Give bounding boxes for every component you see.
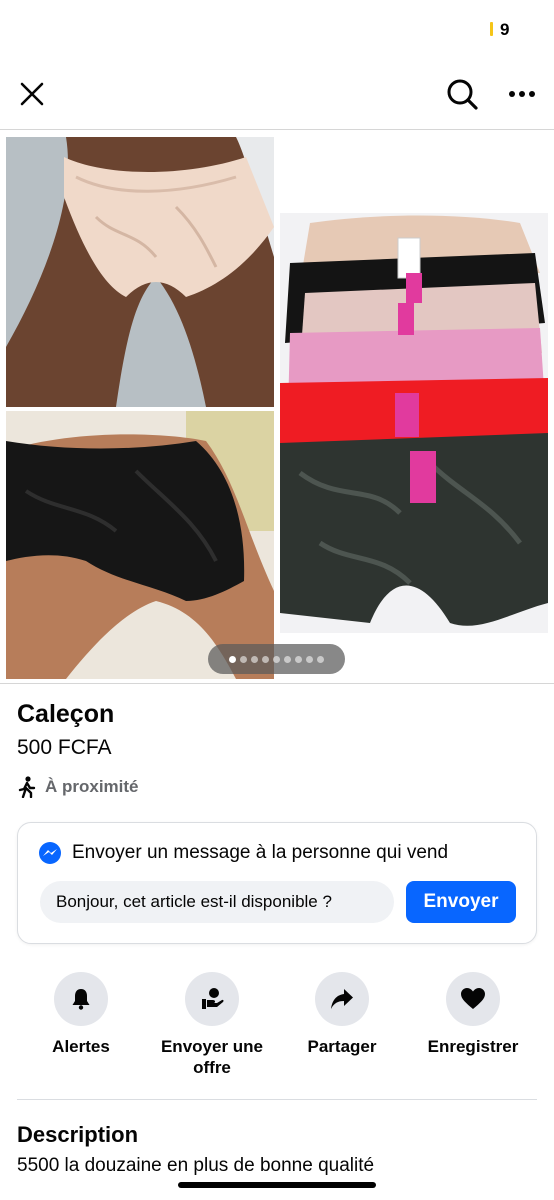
messenger-icon [39, 842, 61, 864]
make-offer-button[interactable]: Envoyer une offre [147, 972, 277, 1078]
battery-level: 9 [500, 20, 510, 39]
offer-icon [202, 988, 224, 1009]
alerts-icon-circle [54, 972, 108, 1026]
description-text: 5500 la douzaine en plus de bonne qualit… [17, 1155, 375, 1176]
save-button[interactable]: Enregistrer [408, 972, 538, 1057]
bell-icon [72, 989, 90, 1010]
message-heading-row: Envoyer un message à la personne qui ven… [38, 841, 448, 865]
save-icon-circle [446, 972, 500, 1026]
message-heading: Envoyer un message à la personne qui ven… [72, 842, 449, 863]
close-icon [20, 82, 44, 106]
make-offer-label: Envoyer une offre [160, 1037, 264, 1077]
gallery-dot[interactable] [262, 655, 269, 663]
gallery-dot-active[interactable] [229, 655, 236, 663]
search-button[interactable] [440, 72, 484, 116]
alerts-label: Alertes [52, 1037, 110, 1056]
listing-price: 500 FCFA [17, 736, 112, 759]
action-row: Alertes Envoyer une offre Partager Enreg… [0, 972, 554, 1082]
top-navigation [0, 58, 554, 130]
home-indicator[interactable] [178, 1182, 376, 1188]
product-photo-beige-lace [6, 137, 274, 407]
message-seller-card: Envoyer un message à la personne qui ven… [17, 822, 537, 944]
walking-person-icon [18, 776, 36, 798]
gallery-dot[interactable] [284, 655, 291, 663]
proximity-info: À proximité [17, 776, 139, 798]
share-label: Partager [307, 1037, 377, 1056]
offer-icon-circle [185, 972, 239, 1026]
battery-indicator [490, 22, 493, 36]
heart-icon [461, 988, 485, 1009]
gallery-dot[interactable] [317, 655, 324, 663]
alerts-button[interactable]: Alertes [16, 972, 146, 1057]
gallery-dot[interactable] [273, 655, 280, 663]
gallery-dot[interactable] [240, 655, 247, 663]
description-heading: Description [17, 1122, 139, 1147]
product-image-gallery[interactable] [0, 131, 554, 684]
more-horizontal-icon [509, 91, 535, 97]
status-bar: 9 [0, 0, 554, 58]
save-label: Enregistrer [427, 1037, 519, 1056]
search-icon [447, 79, 478, 110]
more-options-button[interactable] [500, 72, 544, 116]
proximity-label: À proximité [45, 777, 139, 796]
message-input[interactable]: Bonjour, cet article est-il disponible ? [40, 881, 394, 923]
product-photo-black-lace [6, 411, 274, 679]
share-icon-circle [315, 972, 369, 1026]
share-icon [331, 989, 353, 1009]
send-message-button[interactable]: Envoyer [406, 881, 516, 923]
share-button[interactable]: Partager [277, 972, 407, 1057]
gallery-dot[interactable] [306, 655, 313, 663]
gallery-dot[interactable] [295, 655, 302, 663]
product-photo-stacked-colors [280, 213, 548, 633]
close-button[interactable] [10, 72, 54, 116]
listing-title: Caleçon [17, 700, 115, 728]
section-divider [17, 1099, 537, 1100]
gallery-pagination[interactable] [208, 644, 345, 674]
gallery-dot[interactable] [251, 655, 258, 663]
